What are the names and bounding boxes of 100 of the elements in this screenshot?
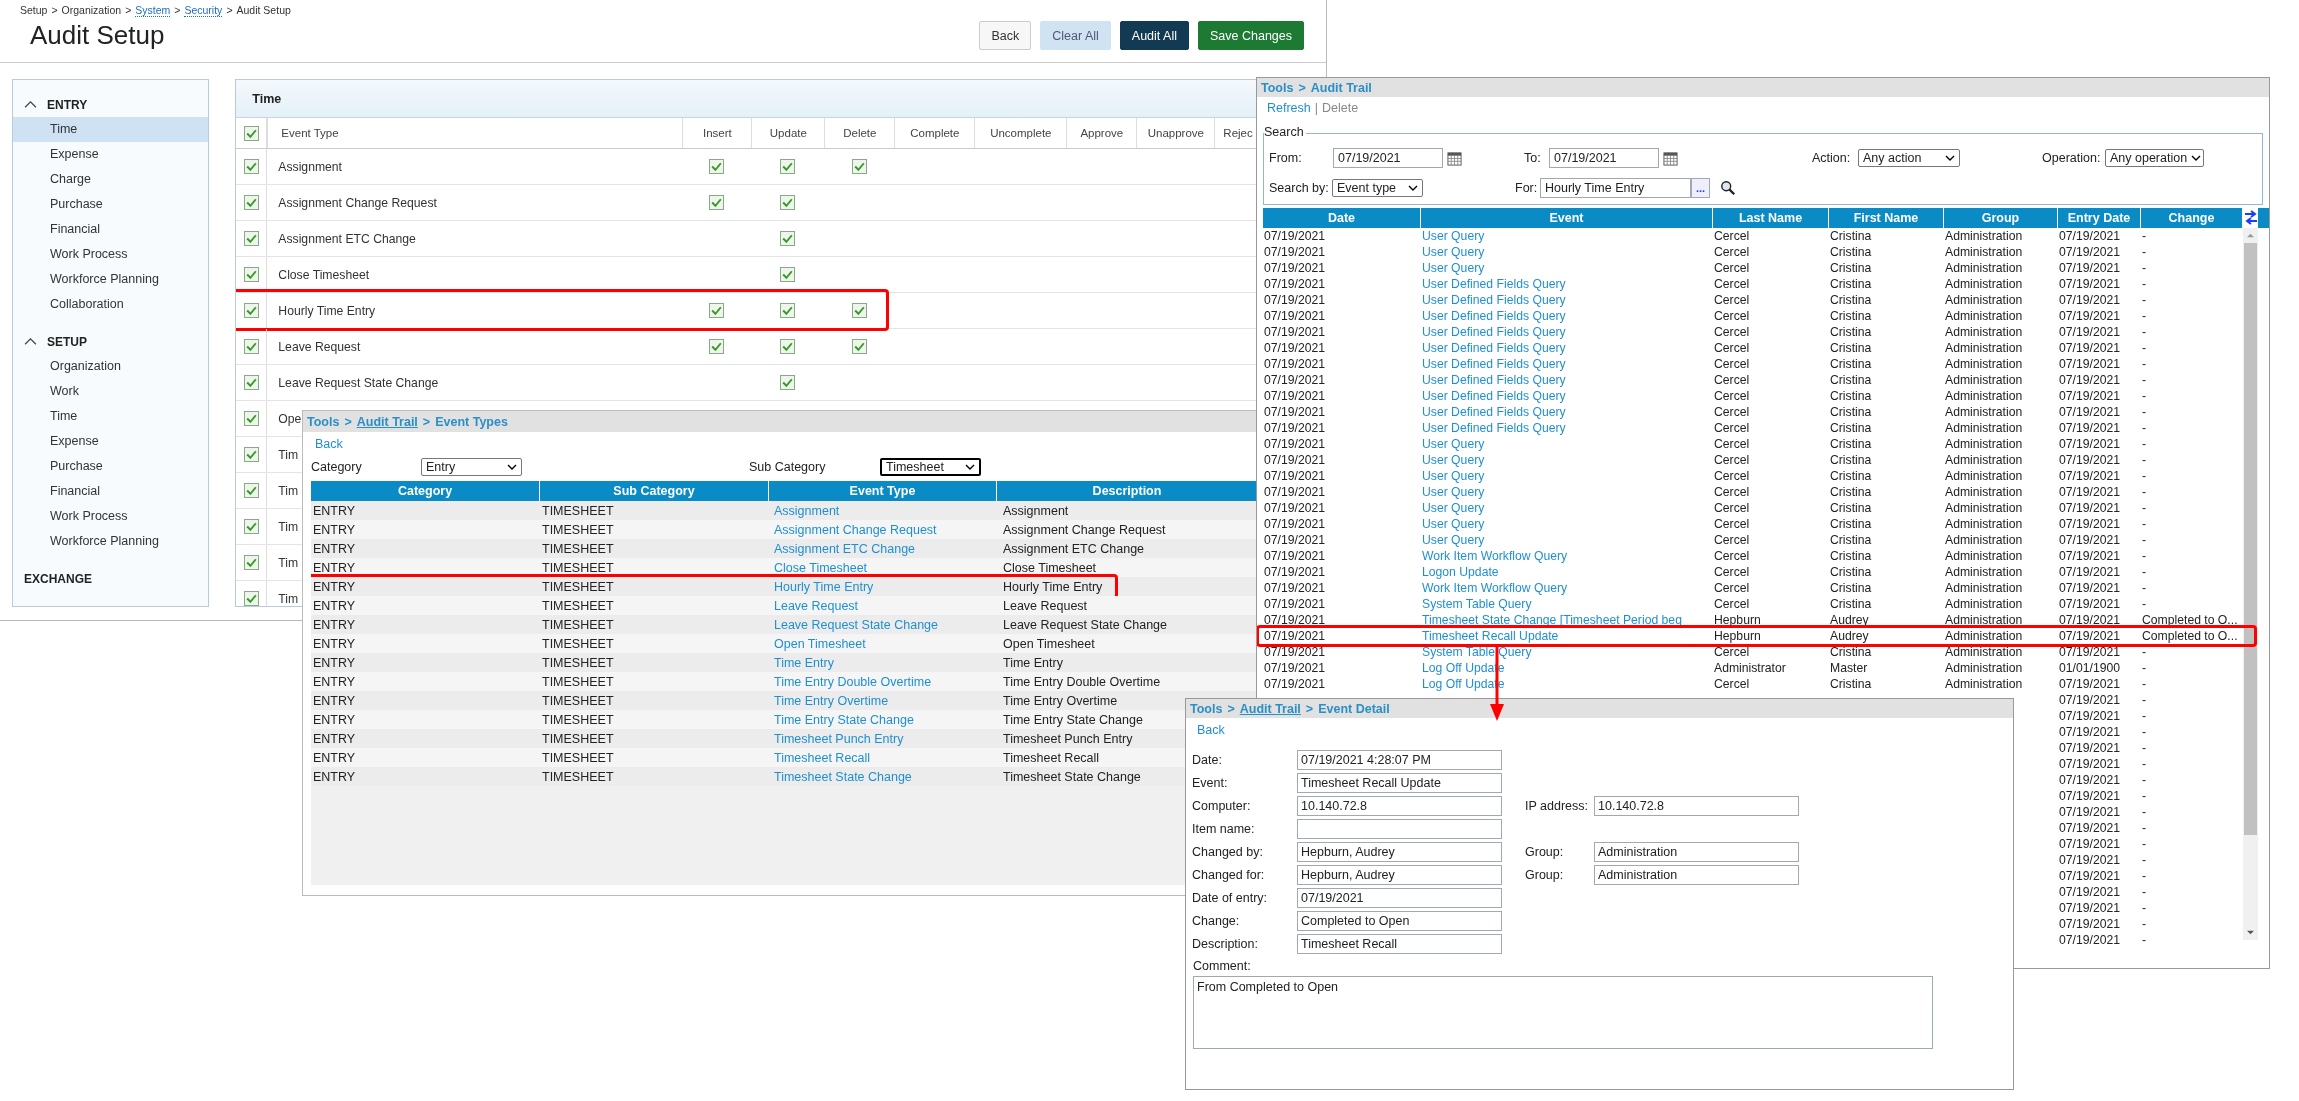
- read-only-field[interactable]: 10.140.72.8: [1594, 795, 1799, 816]
- checkbox[interactable]: [780, 159, 796, 174]
- scroll-up-icon[interactable]: [2246, 232, 2255, 239]
- section-header[interactable]: ENTRY: [13, 92, 209, 117]
- sidebar-item[interactable]: Time: [13, 117, 209, 142]
- breadcrumb-link[interactable]: Security: [184, 4, 223, 17]
- read-only-field[interactable]: 10.140.72.8: [1297, 795, 1502, 816]
- chevron-down-icon[interactable]: [507, 464, 517, 470]
- search-icon[interactable]: [1720, 180, 1736, 196]
- event-link[interactable]: User Query: [1422, 453, 1485, 467]
- date-field[interactable]: 07/19/2021: [1333, 148, 1443, 168]
- checkbox[interactable]: [709, 339, 725, 354]
- sub-category-dropdown[interactable]: Timesheet: [880, 458, 981, 476]
- toolbar-button[interactable]: Clear All: [1040, 21, 1111, 50]
- checkbox[interactable]: [780, 303, 796, 318]
- checkbox[interactable]: [780, 195, 796, 210]
- sidebar-item[interactable]: Financial: [13, 217, 209, 242]
- checkbox[interactable]: [851, 339, 867, 354]
- event-link[interactable]: User Defined Fields Query: [1422, 277, 1566, 291]
- event-link[interactable]: User Defined Fields Query: [1422, 341, 1566, 355]
- sidebar-item[interactable]: Organization: [13, 354, 209, 379]
- breadcrumb-link[interactable]: Audit Trail: [356, 414, 418, 429]
- event-type-link[interactable]: Close Timesheet: [774, 560, 868, 575]
- sidebar-item[interactable]: Workforce Planning: [13, 267, 209, 292]
- event-link[interactable]: User Defined Fields Query: [1422, 373, 1566, 387]
- event-type-link[interactable]: Leave Request State Change: [774, 617, 938, 632]
- scrollbar[interactable]: [2243, 228, 2258, 940]
- checkbox[interactable]: [851, 159, 867, 174]
- event-type-link[interactable]: Time Entry Overtime: [774, 693, 889, 708]
- toolbar-button[interactable]: Audit All: [1119, 21, 1189, 50]
- event-link[interactable]: User Defined Fields Query: [1422, 325, 1566, 339]
- event-link[interactable]: User Defined Fields Query: [1422, 405, 1566, 419]
- breadcrumb-link[interactable]: System: [135, 4, 171, 17]
- checkbox[interactable]: [780, 375, 796, 390]
- event-link[interactable]: System Table Query: [1422, 597, 1532, 611]
- sidebar-item[interactable]: Financial: [13, 479, 209, 504]
- sidebar-item[interactable]: Charge: [13, 167, 209, 192]
- event-link[interactable]: User Query: [1422, 245, 1485, 259]
- event-type-link[interactable]: Assignment: [774, 503, 840, 518]
- event-type-link[interactable]: Time Entry: [774, 655, 834, 670]
- checkbox[interactable]: [243, 375, 259, 390]
- checkbox[interactable]: [243, 195, 259, 210]
- back-link[interactable]: Back: [1197, 723, 1225, 737]
- operation-dropdown[interactable]: Any operation: [2105, 149, 2204, 167]
- event-link[interactable]: User Query: [1422, 469, 1485, 483]
- read-only-field[interactable]: Timesheet Recall: [1297, 933, 1502, 954]
- event-link[interactable]: User Query: [1422, 261, 1485, 275]
- checkbox[interactable]: [709, 159, 725, 174]
- event-link[interactable]: User Defined Fields Query: [1422, 293, 1566, 307]
- browse-button[interactable]: ...: [1691, 178, 1710, 198]
- action-dropdown[interactable]: Any action: [1858, 149, 1960, 167]
- checkbox[interactable]: [780, 339, 796, 354]
- checkbox[interactable]: [243, 159, 259, 174]
- search-field[interactable]: Hourly Time Entry: [1540, 178, 1691, 198]
- event-type-link[interactable]: Leave Request: [774, 598, 859, 613]
- event-type-link[interactable]: Timesheet State Change: [774, 769, 912, 784]
- sidebar-item[interactable]: Work Process: [13, 242, 209, 267]
- event-type-link[interactable]: Assignment ETC Change: [774, 541, 916, 556]
- checkbox[interactable]: [243, 411, 259, 426]
- checkbox[interactable]: [243, 447, 259, 462]
- chevron-down-icon[interactable]: [1945, 155, 1955, 161]
- search-by-dropdown[interactable]: Event type: [1332, 179, 1423, 197]
- calendar-icon[interactable]: [1447, 150, 1462, 166]
- read-only-field[interactable]: [1297, 818, 1502, 839]
- event-link[interactable]: Work Item Workflow Query: [1422, 549, 1568, 563]
- checkbox[interactable]: [243, 303, 259, 318]
- checkbox[interactable]: [243, 519, 259, 534]
- read-only-field[interactable]: 07/19/2021 4:28:07 PM: [1297, 749, 1502, 770]
- event-link[interactable]: User Query: [1422, 533, 1485, 547]
- event-link[interactable]: User Defined Fields Query: [1422, 309, 1566, 323]
- sidebar-item[interactable]: Collaboration: [13, 292, 209, 317]
- read-only-field[interactable]: Administration: [1594, 864, 1799, 885]
- checkbox[interactable]: [709, 195, 725, 210]
- checkbox[interactable]: [851, 303, 867, 318]
- event-link[interactable]: System Table Query: [1422, 645, 1532, 659]
- section-header[interactable]: EXCHANGE: [13, 566, 209, 591]
- checkbox[interactable]: [780, 231, 796, 246]
- chevron-down-icon[interactable]: [965, 464, 975, 470]
- scroll-down-icon[interactable]: [2246, 929, 2255, 936]
- sidebar-item[interactable]: Purchase: [13, 192, 209, 217]
- checkbox[interactable]: [709, 303, 725, 318]
- read-only-field[interactable]: 07/19/2021: [1297, 887, 1502, 908]
- sidebar-item[interactable]: Workforce Planning: [13, 529, 209, 554]
- read-only-field[interactable]: Completed to Open: [1297, 910, 1502, 931]
- event-link[interactable]: User Query: [1422, 501, 1485, 515]
- event-type-link[interactable]: Open Timesheet: [774, 636, 866, 651]
- checkbox[interactable]: [243, 339, 259, 354]
- read-only-field[interactable]: Hepburn, Audrey: [1297, 841, 1502, 862]
- event-type-link[interactable]: Timesheet Punch Entry: [774, 731, 904, 746]
- checkbox[interactable]: [243, 125, 259, 141]
- event-link[interactable]: Timesheet Recall Update: [1422, 629, 1559, 643]
- sidebar-item[interactable]: Expense: [13, 429, 209, 454]
- event-link[interactable]: User Defined Fields Query: [1422, 421, 1566, 435]
- event-link[interactable]: User Defined Fields Query: [1422, 357, 1566, 371]
- chevron-down-icon[interactable]: [1408, 185, 1418, 191]
- event-link[interactable]: User Defined Fields Query: [1422, 389, 1566, 403]
- section-header[interactable]: SETUP: [13, 329, 209, 354]
- event-type-link[interactable]: Assignment Change Request: [774, 522, 937, 537]
- action-link[interactable]: Refresh: [1267, 101, 1311, 119]
- sidebar-item[interactable]: Expense: [13, 142, 209, 167]
